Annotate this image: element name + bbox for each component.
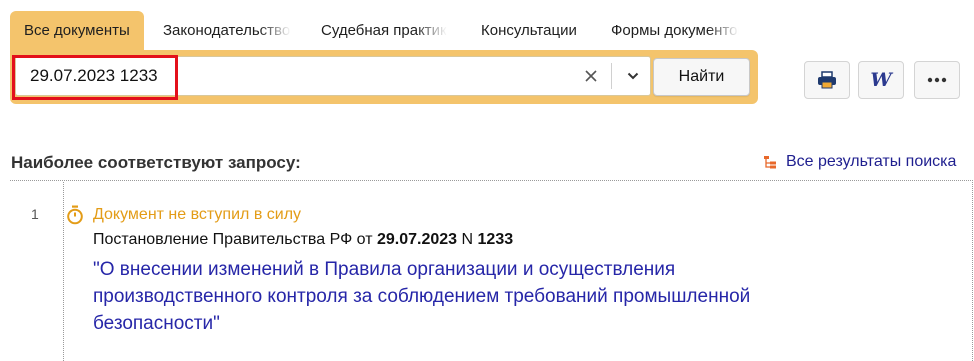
document-title-link[interactable]: "О внесении изменений в Правила организа… bbox=[93, 256, 873, 337]
search-category-tabs: Все документы Законодательство Судебная … bbox=[10, 11, 756, 51]
tab-legislation[interactable]: Законодательство bbox=[163, 11, 291, 51]
document-description: Постановление Правительства РФ от 29.07.… bbox=[93, 231, 514, 248]
results-heading: Наиболее соответствуют запросу: bbox=[11, 153, 301, 172]
document-status: Документ не вступил в силу bbox=[66, 205, 301, 225]
search-divider bbox=[611, 63, 612, 89]
more-options-button[interactable] bbox=[914, 61, 960, 99]
tab-document-forms[interactable]: Формы документов bbox=[611, 11, 739, 51]
search-box bbox=[15, 56, 651, 96]
tab-all-documents[interactable]: Все документы bbox=[10, 11, 144, 51]
results-border-left bbox=[63, 182, 64, 361]
tab-consultations[interactable]: Консультации bbox=[481, 11, 577, 51]
tree-list-icon bbox=[764, 155, 776, 168]
stopwatch-icon bbox=[67, 205, 83, 225]
print-button[interactable] bbox=[804, 61, 850, 99]
clear-search-button[interactable] bbox=[576, 57, 606, 95]
document-date: 29.07.2023 bbox=[377, 231, 458, 248]
more-dots-icon bbox=[927, 77, 947, 83]
word-export-icon: W bbox=[870, 69, 892, 91]
close-icon bbox=[585, 70, 597, 82]
chevron-down-icon bbox=[627, 72, 639, 80]
result-number: 1 bbox=[31, 206, 39, 222]
tab-court-practice[interactable]: Судебная практика bbox=[321, 11, 447, 51]
search-history-dropdown[interactable] bbox=[616, 57, 650, 95]
status-label: Документ не вступил в силу bbox=[93, 206, 302, 223]
results-border-right bbox=[972, 180, 973, 361]
find-button[interactable]: Найти bbox=[653, 58, 750, 96]
all-results-label: Все результаты поиска bbox=[786, 153, 957, 170]
document-number: 1233 bbox=[477, 231, 514, 248]
printer-icon bbox=[818, 71, 836, 89]
search-input[interactable] bbox=[30, 57, 570, 95]
all-results-link[interactable]: Все результаты поиска bbox=[763, 153, 956, 171]
word-export-button[interactable]: W bbox=[858, 61, 904, 99]
results-border-top bbox=[10, 180, 973, 181]
search-panel: Найти bbox=[10, 50, 758, 104]
